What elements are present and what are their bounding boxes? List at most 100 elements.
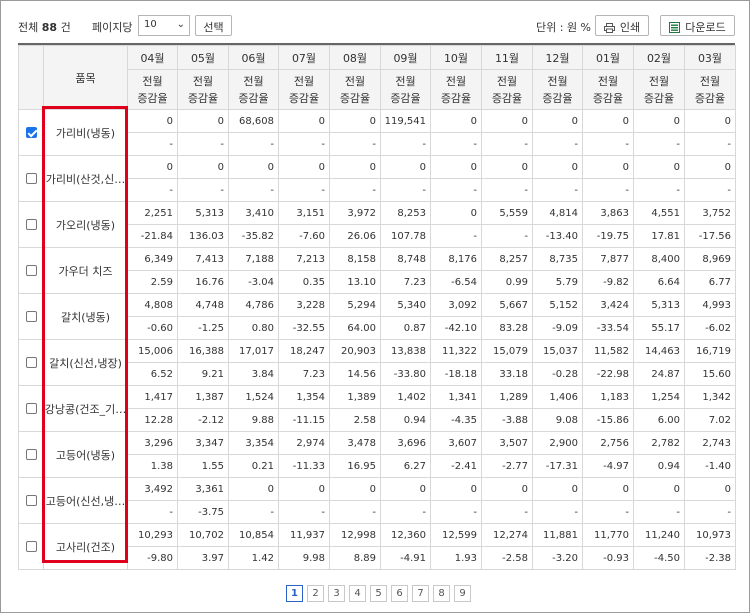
change-rate-header-line2: 증감율 xyxy=(592,91,624,105)
row-checkbox[interactable] xyxy=(25,494,37,506)
change-rate-cell: 0.94 xyxy=(380,408,431,432)
change-rate-cell: - xyxy=(278,500,330,524)
table-row: 가리비(산것,신… 0 0 0 0 0 0 0 0 0 0 0 0 xyxy=(18,155,736,202)
change-rate-header: 전월 증감율 xyxy=(177,69,229,110)
value-cell: 4,786 xyxy=(228,293,279,317)
checkbox-header xyxy=(18,45,44,110)
change-rate-cell: - xyxy=(684,132,736,156)
item-name: 가오리(냉동) xyxy=(43,201,128,248)
change-rate-header-line2: 증감율 xyxy=(694,91,726,105)
change-rate-cell: -2.41 xyxy=(430,454,482,478)
download-button[interactable]: 다운로드 xyxy=(660,15,735,36)
value-cell: 3,296 xyxy=(127,431,178,455)
value-cell: 1,524 xyxy=(228,385,279,409)
page-button[interactable]: 5 xyxy=(370,585,387,602)
value-cell: 0 xyxy=(228,155,279,179)
change-rate-cell: -18.18 xyxy=(430,362,482,386)
page-size-select[interactable]: 10 ⌄ xyxy=(138,15,190,36)
row-checkbox[interactable] xyxy=(25,264,37,276)
change-rate-cell: -11.15 xyxy=(278,408,330,432)
item-name: 고등어(냉동) xyxy=(43,431,128,478)
value-cell: 16,388 xyxy=(177,339,229,363)
change-rate-cell: -0.28 xyxy=(532,362,583,386)
row-checkbox[interactable] xyxy=(25,310,37,322)
table-row: 고등어(신선,냉… 3,492 3,361 0 0 0 0 0 0 0 0 0 0 xyxy=(18,477,736,524)
page-button[interactable]: 3 xyxy=(328,585,345,602)
change-rate-cell: - xyxy=(127,132,178,156)
page-button[interactable]: 8 xyxy=(433,585,450,602)
page-button[interactable]: 2 xyxy=(307,585,324,602)
change-rate-cell: - xyxy=(481,224,533,248)
change-rate-cell: -1.25 xyxy=(177,316,229,340)
value-cell: 3,507 xyxy=(481,431,533,455)
row-checkbox[interactable] xyxy=(25,218,37,230)
change-rate-cell: 6.77 xyxy=(684,270,736,294)
change-rate-cell: -13.40 xyxy=(532,224,583,248)
print-button-label: 인쇄 xyxy=(619,21,641,34)
change-rate-cell: 9.08 xyxy=(532,408,583,432)
change-rate-cell: 136.03 xyxy=(177,224,229,248)
change-rate-header-line2: 증감율 xyxy=(643,91,675,105)
value-cell: 0 xyxy=(329,109,381,133)
value-cell: 10,702 xyxy=(177,523,229,547)
change-rate-header: 전월 증감율 xyxy=(380,69,431,110)
table-row: 가오리(냉동) 2,251 5,313 3,410 3,151 3,972 8,253 0 5,… xyxy=(18,201,736,248)
change-rate-cell: -3.20 xyxy=(532,546,583,570)
value-cell: 0 xyxy=(380,477,431,501)
value-cell: 5,340 xyxy=(380,293,431,317)
month-header: 10월 xyxy=(430,45,482,70)
page-button[interactable]: 4 xyxy=(349,585,366,602)
change-rate-header-line2: 증감율 xyxy=(137,91,168,105)
page-button[interactable]: 1 xyxy=(286,585,303,602)
value-cell: 2,900 xyxy=(532,431,583,455)
change-rate-header-line1: 전월 xyxy=(192,74,214,88)
month-header: 06월 xyxy=(228,45,279,70)
select-button[interactable]: 선택 xyxy=(195,15,232,36)
month-header: 08월 xyxy=(329,45,381,70)
value-cell: 3,410 xyxy=(228,201,279,225)
row-checkbox[interactable] xyxy=(25,448,37,460)
change-rate-cell: - xyxy=(380,132,431,156)
value-cell: 1,417 xyxy=(127,385,178,409)
change-rate-cell: -4.50 xyxy=(633,546,685,570)
change-rate-cell: - xyxy=(532,132,583,156)
value-cell: 15,037 xyxy=(532,339,583,363)
row-checkbox[interactable] xyxy=(25,356,37,368)
change-rate-cell: -4.97 xyxy=(582,454,634,478)
table-row: 고등어(냉동) 3,296 3,347 3,354 2,974 3,478 3,696 3,6… xyxy=(18,431,736,478)
value-cell: 0 xyxy=(278,109,330,133)
value-cell: 0 xyxy=(532,477,583,501)
row-checkbox[interactable] xyxy=(25,126,37,138)
page-button[interactable]: 9 xyxy=(454,585,471,602)
unit-label: 단위 : 원 % xyxy=(536,21,592,34)
row-checkbox[interactable] xyxy=(25,172,37,184)
change-rate-cell: 9.88 xyxy=(228,408,279,432)
change-rate-cell: 107.78 xyxy=(380,224,431,248)
value-cell: 0 xyxy=(633,155,685,179)
total-prefix: 전체 xyxy=(18,21,39,34)
value-cell: 7,188 xyxy=(228,247,279,271)
value-cell: 2,756 xyxy=(582,431,634,455)
value-cell: 15,079 xyxy=(481,339,533,363)
value-cell: 1,254 xyxy=(633,385,685,409)
change-rate-cell: - xyxy=(532,178,583,202)
value-cell: 8,969 xyxy=(684,247,736,271)
change-rate-cell: -33.80 xyxy=(380,362,431,386)
change-rate-cell: 0.99 xyxy=(481,270,533,294)
value-cell: 0 xyxy=(481,477,533,501)
value-cell: 1,342 xyxy=(684,385,736,409)
month-header: 12월 xyxy=(532,45,583,70)
row-checkbox[interactable] xyxy=(25,540,37,552)
print-button[interactable]: 인쇄 xyxy=(595,15,649,36)
item-name: 강낭콩(건조_기… xyxy=(43,385,128,432)
change-rate-cell: 0.21 xyxy=(228,454,279,478)
change-rate-cell: 1.42 xyxy=(228,546,279,570)
page-button[interactable]: 7 xyxy=(412,585,429,602)
change-rate-cell: 1.55 xyxy=(177,454,229,478)
value-cell: 0 xyxy=(430,201,482,225)
value-cell: 3,492 xyxy=(127,477,178,501)
row-checkbox[interactable] xyxy=(25,402,37,414)
change-rate-header-line1: 전월 xyxy=(547,74,568,88)
page-button[interactable]: 6 xyxy=(391,585,408,602)
change-rate-cell: 9.21 xyxy=(177,362,229,386)
